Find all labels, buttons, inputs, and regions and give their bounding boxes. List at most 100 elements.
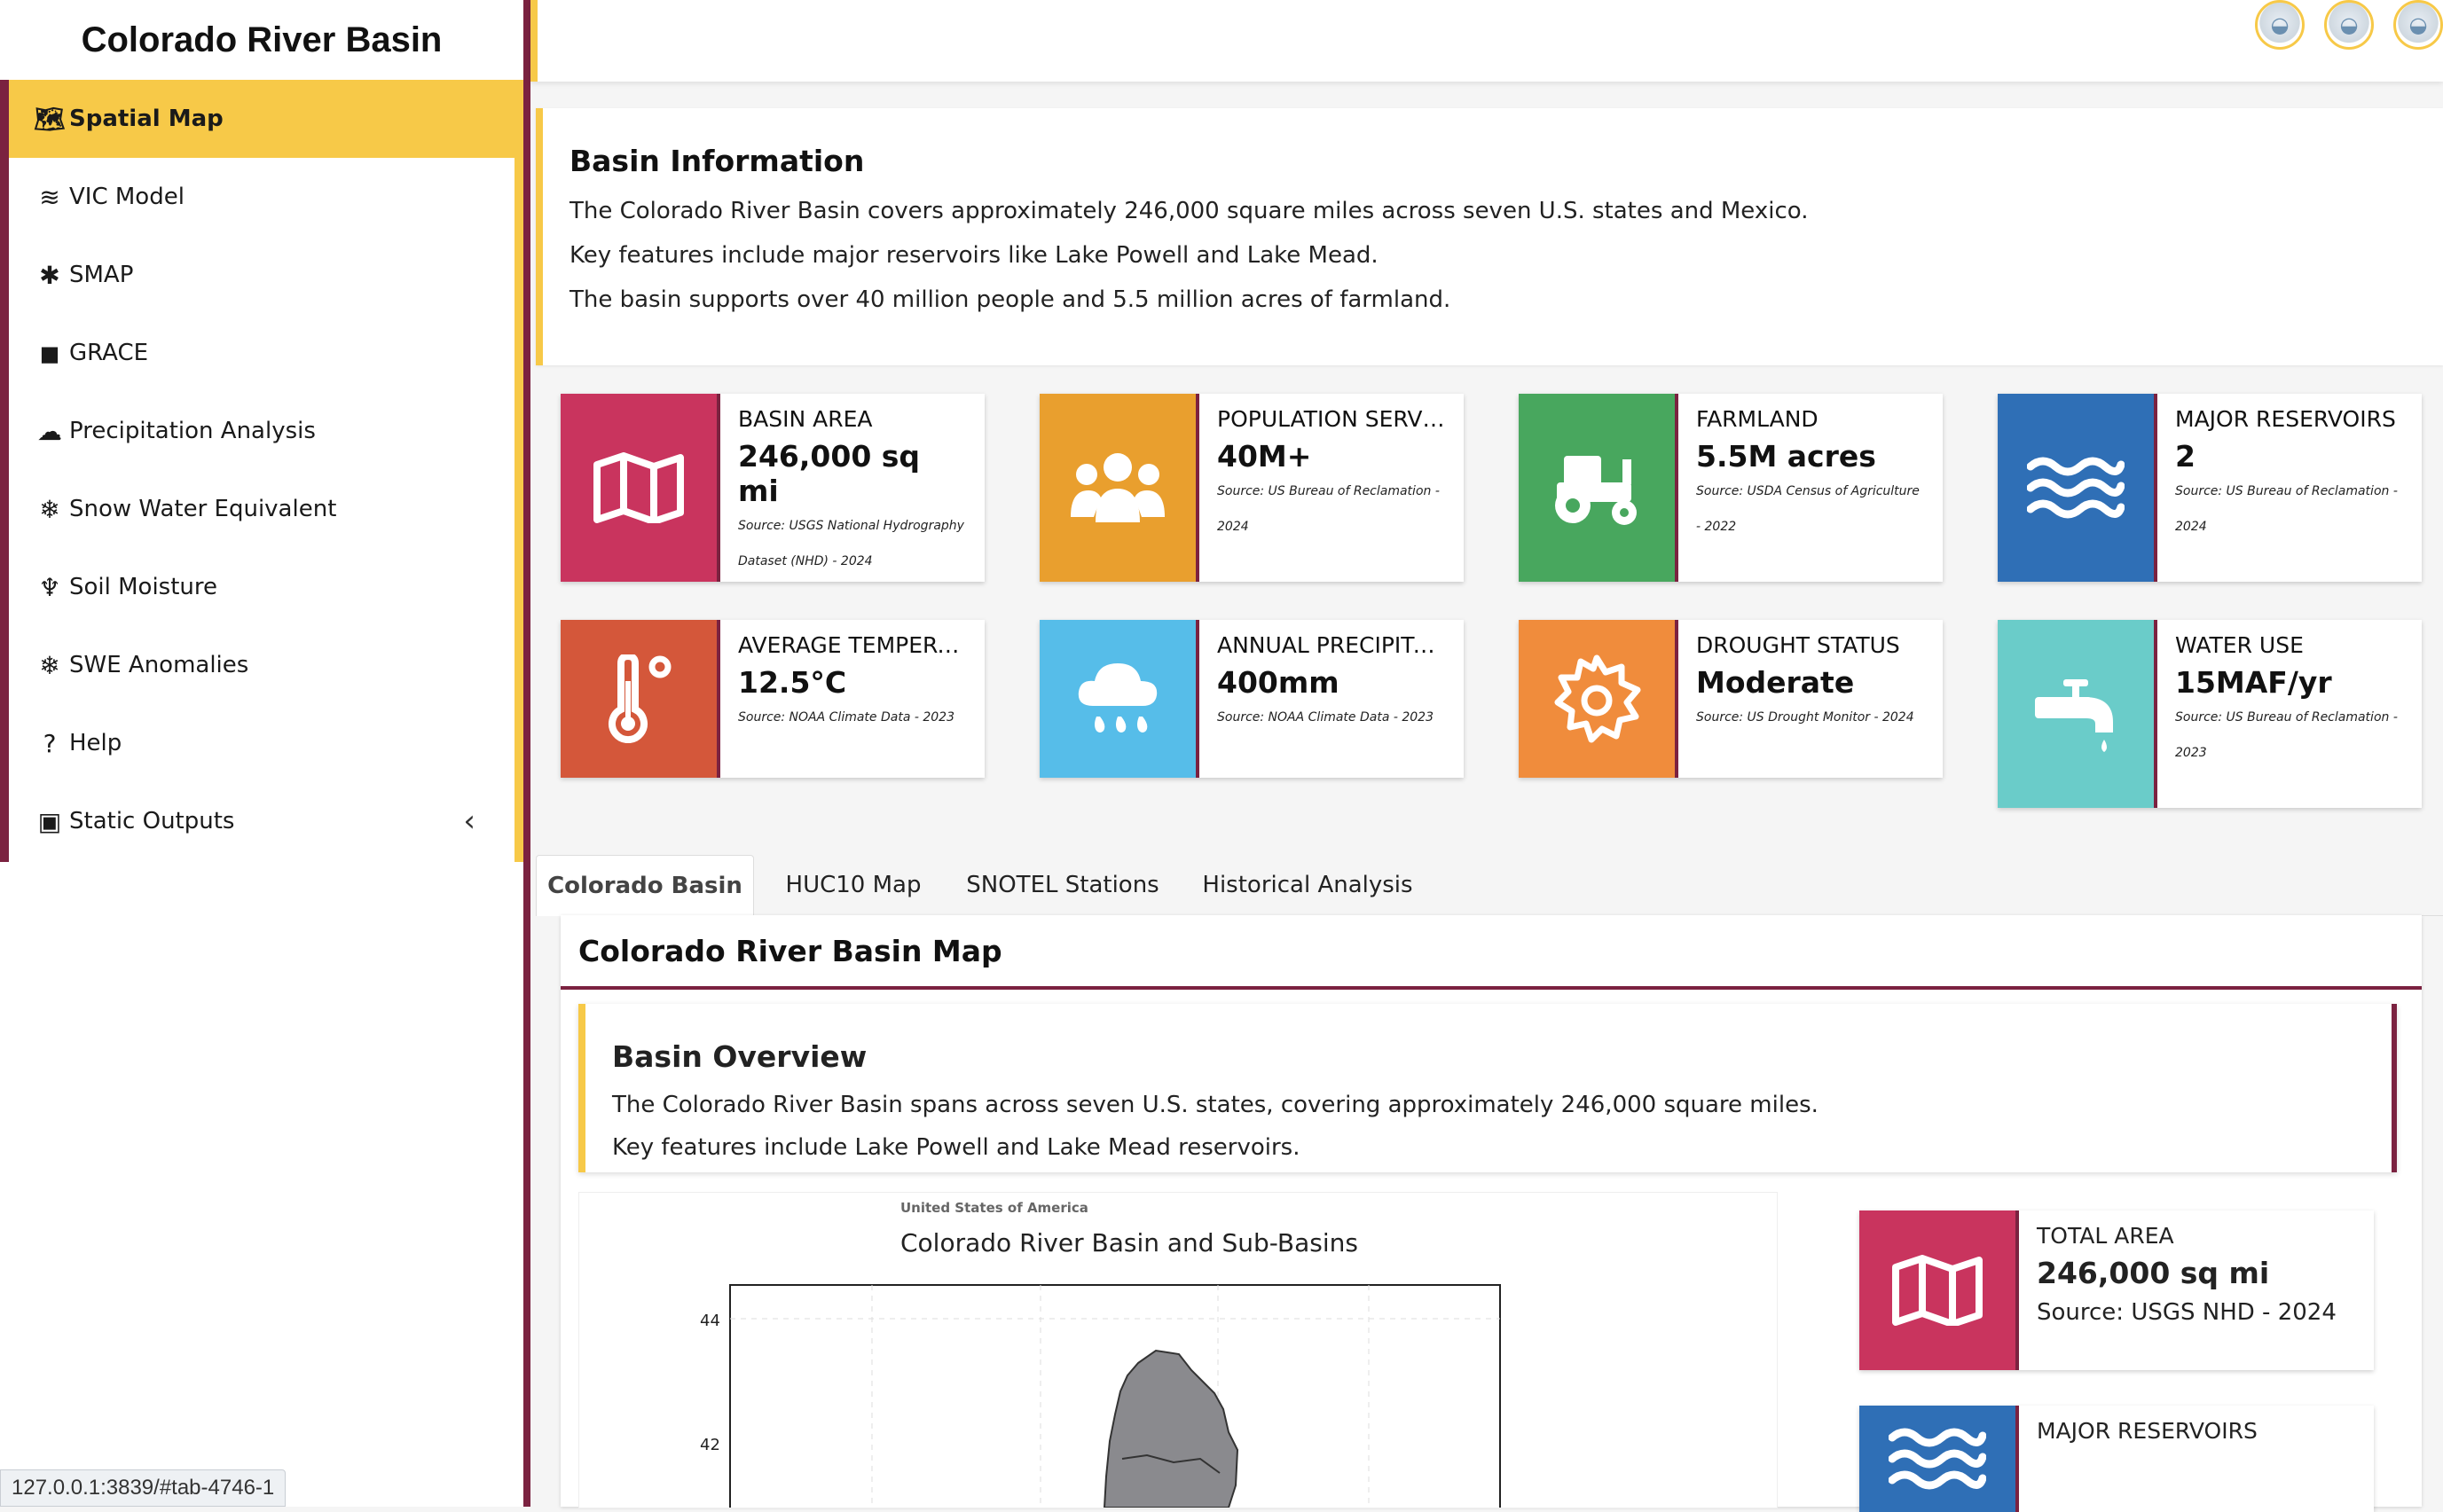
map-icon: 🗺 <box>34 104 66 134</box>
card-label: DROUGHT STATUS <box>1696 632 1900 658</box>
basin-information-box: Basin Information The Colorado River Bas… <box>536 108 2443 365</box>
sidebar-item-label: SMAP <box>69 262 134 288</box>
card-value: 5.5M acres <box>1696 439 1876 474</box>
map-icon <box>561 394 720 582</box>
sidebar-item-label: Static Outputs <box>69 808 235 834</box>
snowflake-icon: ❄ <box>39 650 60 680</box>
card-label: BASIN AREA <box>738 406 873 432</box>
panel-title: Colorado River Basin Map <box>561 915 2422 990</box>
sidebar-item-grace[interactable]: ◼ GRACE <box>9 314 515 392</box>
chevron-left-icon[interactable]: ‹ <box>463 803 475 839</box>
card-source: Source: NOAA Climate Data - 2023 <box>1217 710 1434 725</box>
stat-card-drought-status: DROUGHT STATUS Moderate Source: US Drought… <box>1519 620 1943 778</box>
cloud-rain-icon: ☁ <box>37 416 62 446</box>
sidebar-item-snow-water-equivalent[interactable]: ❄ Snow Water Equivalent <box>9 470 515 548</box>
card-value: 12.5°C <box>738 665 847 700</box>
card-source: Source: USDA Census of Agriculture - 202… <box>1696 484 1920 534</box>
map-title: Colorado River Basin and Sub-Basins <box>900 1228 1358 1257</box>
card-source: Source: US Drought Monitor - 2024 <box>1696 710 1914 725</box>
basin-info-line: The basin supports over 40 million peopl… <box>570 286 1451 313</box>
card-label: TOTAL AREA <box>2037 1223 2174 1249</box>
y-tick-label: 42 <box>700 1436 720 1454</box>
basin-info-line: The Colorado River Basin covers approxim… <box>570 198 1809 224</box>
water-icon <box>1998 394 2157 582</box>
avatar[interactable]: ◒ <box>2393 0 2443 50</box>
question-circle-icon: ? <box>43 728 57 758</box>
card-label: MAJOR RESERVOIRS <box>2037 1418 2258 1444</box>
sidebar-item-label: SWE Anomalies <box>69 652 249 678</box>
main-content: Basin Information The Colorado River Bas… <box>536 82 2443 1512</box>
avatar[interactable]: ◒ <box>2255 0 2305 50</box>
app-title: Colorado River Basin <box>0 0 523 80</box>
sidebar-item-label: Help <box>69 730 122 756</box>
card-label: ANNUAL PRECIPITA... <box>1217 632 1446 658</box>
card-source: Source: NOAA Climate Data - 2023 <box>738 710 954 725</box>
basin-map-panel: Colorado River Basin Map Basin Overview … <box>561 915 2422 1512</box>
total-area-card: TOTAL AREA 246,000 sq mi Source: USGS NH… <box>1859 1210 2374 1370</box>
water-icon: ≋ <box>39 182 60 212</box>
card-value: 15MAF/yr <box>2175 665 2332 700</box>
snowflake-icon: ❄ <box>39 494 60 524</box>
card-source: Source: USGS National Hydrography Datase… <box>738 519 964 568</box>
basin-overview-title: Basin Overview <box>612 1039 868 1074</box>
card-source: Source: US Bureau of Reclamation - 2023 <box>2175 710 2398 760</box>
stat-card-annual-precipita: ANNUAL PRECIPITA... 400mm Source: NOAA Cli… <box>1040 620 1464 778</box>
card-value: 40M+ <box>1217 439 1312 474</box>
seedling-icon: ♆ <box>38 572 61 602</box>
card-source: Source: USGS NHD - 2024 <box>2037 1299 2337 1326</box>
status-bar-url: 127.0.0.1:3839/#tab-4746-1 <box>0 1469 287 1507</box>
card-value: 246,000 sq mi <box>738 439 921 508</box>
tab-historical-analysis[interactable]: Historical Analysis <box>1192 855 1423 915</box>
sidebar-item-smap[interactable]: ✱ SMAP <box>9 236 515 314</box>
sidebar-item-soil-moisture[interactable]: ♆ Soil Moisture <box>9 548 515 626</box>
card-value: 2 <box>2175 439 2196 474</box>
sidebar-menu: 🗺 Spatial Map ≋ VIC Model ✱ SMAP ◼ GRACE ☁ Precip… <box>0 80 523 862</box>
basin-overview-box: Basin Overview The Colorado River Basin … <box>578 1004 2397 1172</box>
avatar[interactable]: ◒ <box>2324 0 2374 50</box>
stat-card-water-use: WATER USE 15MAF/yr Source: US Bureau of Re… <box>1998 620 2422 808</box>
faucet-icon <box>1998 620 2157 808</box>
overview-line: The Colorado River Basin spans across se… <box>612 1092 1819 1118</box>
sidebar-item-swe-anomalies[interactable]: ❄ SWE Anomalies <box>9 626 515 704</box>
card-value: Moderate <box>1696 665 1855 700</box>
sidebar-item-help[interactable]: ? Help <box>9 704 515 782</box>
sidebar-empty-area <box>0 862 523 1507</box>
tab-huc10-map[interactable]: HUC10 Map <box>774 855 933 915</box>
tractor-icon <box>1519 394 1678 582</box>
sidebar-item-label: Spatial Map <box>69 106 224 132</box>
sidebar-item-spatial-map[interactable]: 🗺 Spatial Map <box>9 80 523 158</box>
y-tick-label: 44 <box>700 1312 720 1330</box>
users-icon <box>1040 394 1199 582</box>
stat-card-average-tempera: AVERAGE TEMPERA... 12.5°C Source: NOAA Cli… <box>561 620 985 778</box>
basin-info-line: Key features include major reservoirs li… <box>570 242 1379 269</box>
header-accent <box>530 0 538 82</box>
sidebar-item-label: GRACE <box>69 340 149 366</box>
card-label: AVERAGE TEMPERA... <box>738 632 967 658</box>
tab-snotel-stations[interactable]: SNOTEL Stations <box>947 855 1178 915</box>
card-label: WATER USE <box>2175 632 2304 658</box>
stat-card-farmland: FARMLAND 5.5M acres Source: USDA Census of… <box>1519 394 1943 582</box>
basin-information-title: Basin Information <box>570 144 865 178</box>
sidebar: Colorado River Basin 🗺 Spatial Map ≋ VIC Mo… <box>0 0 530 1507</box>
stat-card-population-served: POPULATION SERVED 40M+ Source: US Bureau o… <box>1040 394 1464 582</box>
card-label: POPULATION SERVED <box>1217 406 1446 432</box>
stat-card-major-reservoirs: MAJOR RESERVOIRS 2 Source: US Bureau of Re… <box>1998 394 2422 582</box>
card-label: MAJOR RESERVOIRS <box>2175 406 2396 432</box>
image-icon: ▣ <box>37 806 62 836</box>
basin-map-svg: United States of America Colorado River … <box>700 1200 1501 1508</box>
sidebar-item-vic-model[interactable]: ≋ VIC Model <box>9 158 515 236</box>
cloud-rain-icon <box>1040 620 1199 778</box>
card-value: 246,000 sq mi <box>2037 1256 2270 1290</box>
tab-colorado-basin[interactable]: Colorado Basin <box>536 855 754 916</box>
sidebar-item-static-outputs[interactable]: ▣ Static Outputs ‹ <box>9 782 515 860</box>
tab-bar: Colorado Basin HUC10 Map SNOTEL Stations… <box>536 844 2443 916</box>
weight-icon: ◼ <box>39 338 60 368</box>
sun-icon <box>1519 620 1678 778</box>
sidebar-item-label: Snow Water Equivalent <box>69 496 337 522</box>
map-caption: United States of America <box>900 1200 1088 1216</box>
sidebar-item-label: Precipitation Analysis <box>69 418 316 444</box>
major-reservoirs-card: MAJOR RESERVOIRS <box>1859 1406 2374 1512</box>
card-label: FARMLAND <box>1696 406 1819 432</box>
overview-line: Key features include Lake Powell and Lak… <box>612 1134 1300 1161</box>
sidebar-item-precipitation-analysis[interactable]: ☁ Precipitation Analysis <box>9 392 515 470</box>
